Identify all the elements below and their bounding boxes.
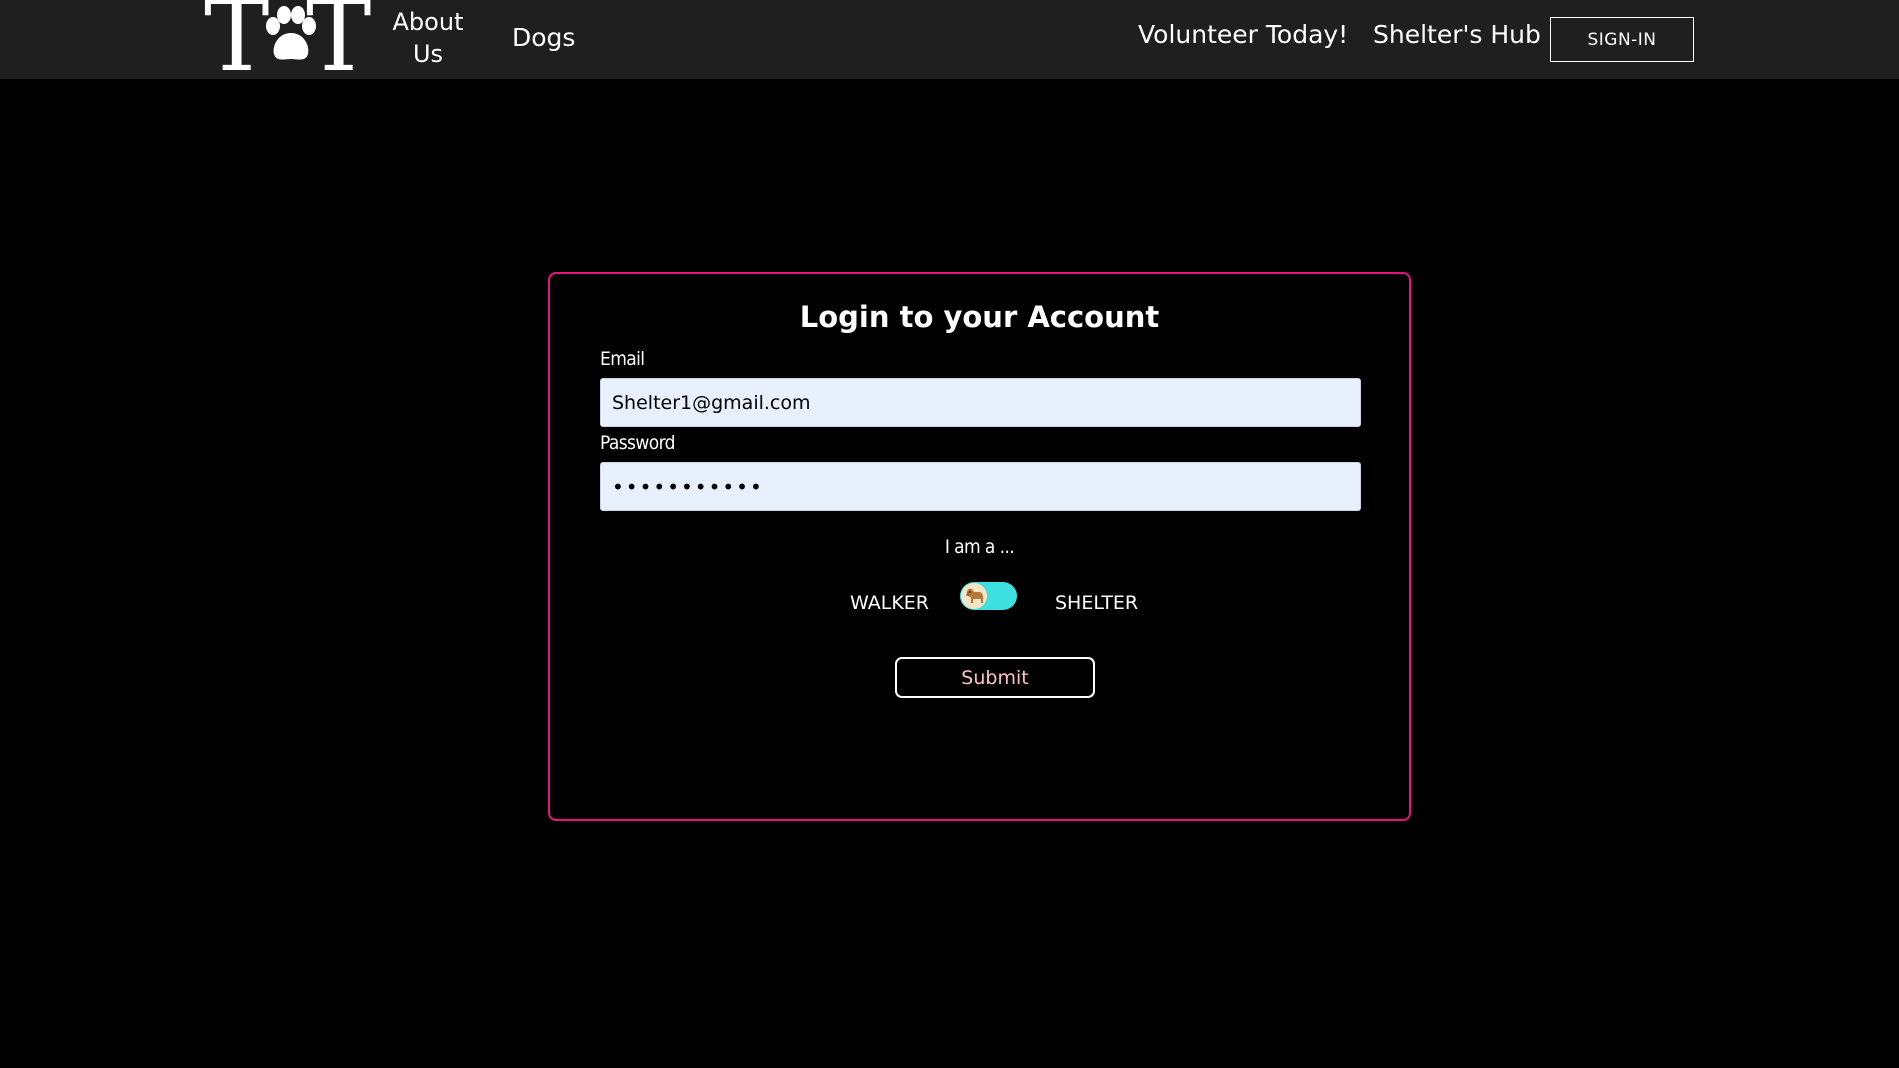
site-logo[interactable]: T T bbox=[204, 0, 388, 86]
login-title: Login to your Account bbox=[799, 300, 1160, 334]
nav-link-shelters-hub[interactable]: Shelter's Hub bbox=[1373, 19, 1541, 51]
email-input[interactable]: Shelter1@gmail.com bbox=[600, 378, 1361, 427]
navbar: T T About Us Dogs Volunteer Today! Shelt… bbox=[0, 0, 1899, 86]
password-label: Password bbox=[600, 432, 676, 454]
role-prompt: I am a ... bbox=[944, 536, 1015, 558]
nav-link-about-us[interactable]: About Us bbox=[388, 6, 468, 70]
nav-link-volunteer[interactable]: Volunteer Today! bbox=[1138, 19, 1348, 51]
password-input[interactable]: ••••••••••• bbox=[600, 462, 1361, 511]
role-label-shelter: SHELTER bbox=[1055, 592, 1139, 614]
submit-button[interactable]: Submit bbox=[895, 657, 1095, 698]
login-card: Login to your Account Email Shelter1@gma… bbox=[548, 272, 1411, 821]
toggle-knob bbox=[961, 583, 987, 609]
email-label: Email bbox=[600, 348, 645, 370]
logo-letter-right: T bbox=[306, 0, 372, 94]
role-label-walker: WALKER bbox=[850, 592, 929, 614]
role-toggle[interactable] bbox=[960, 582, 1017, 610]
sign-in-button[interactable]: SIGN-IN bbox=[1550, 17, 1694, 62]
dog-icon bbox=[966, 588, 983, 603]
nav-link-dogs[interactable]: Dogs bbox=[512, 22, 575, 54]
